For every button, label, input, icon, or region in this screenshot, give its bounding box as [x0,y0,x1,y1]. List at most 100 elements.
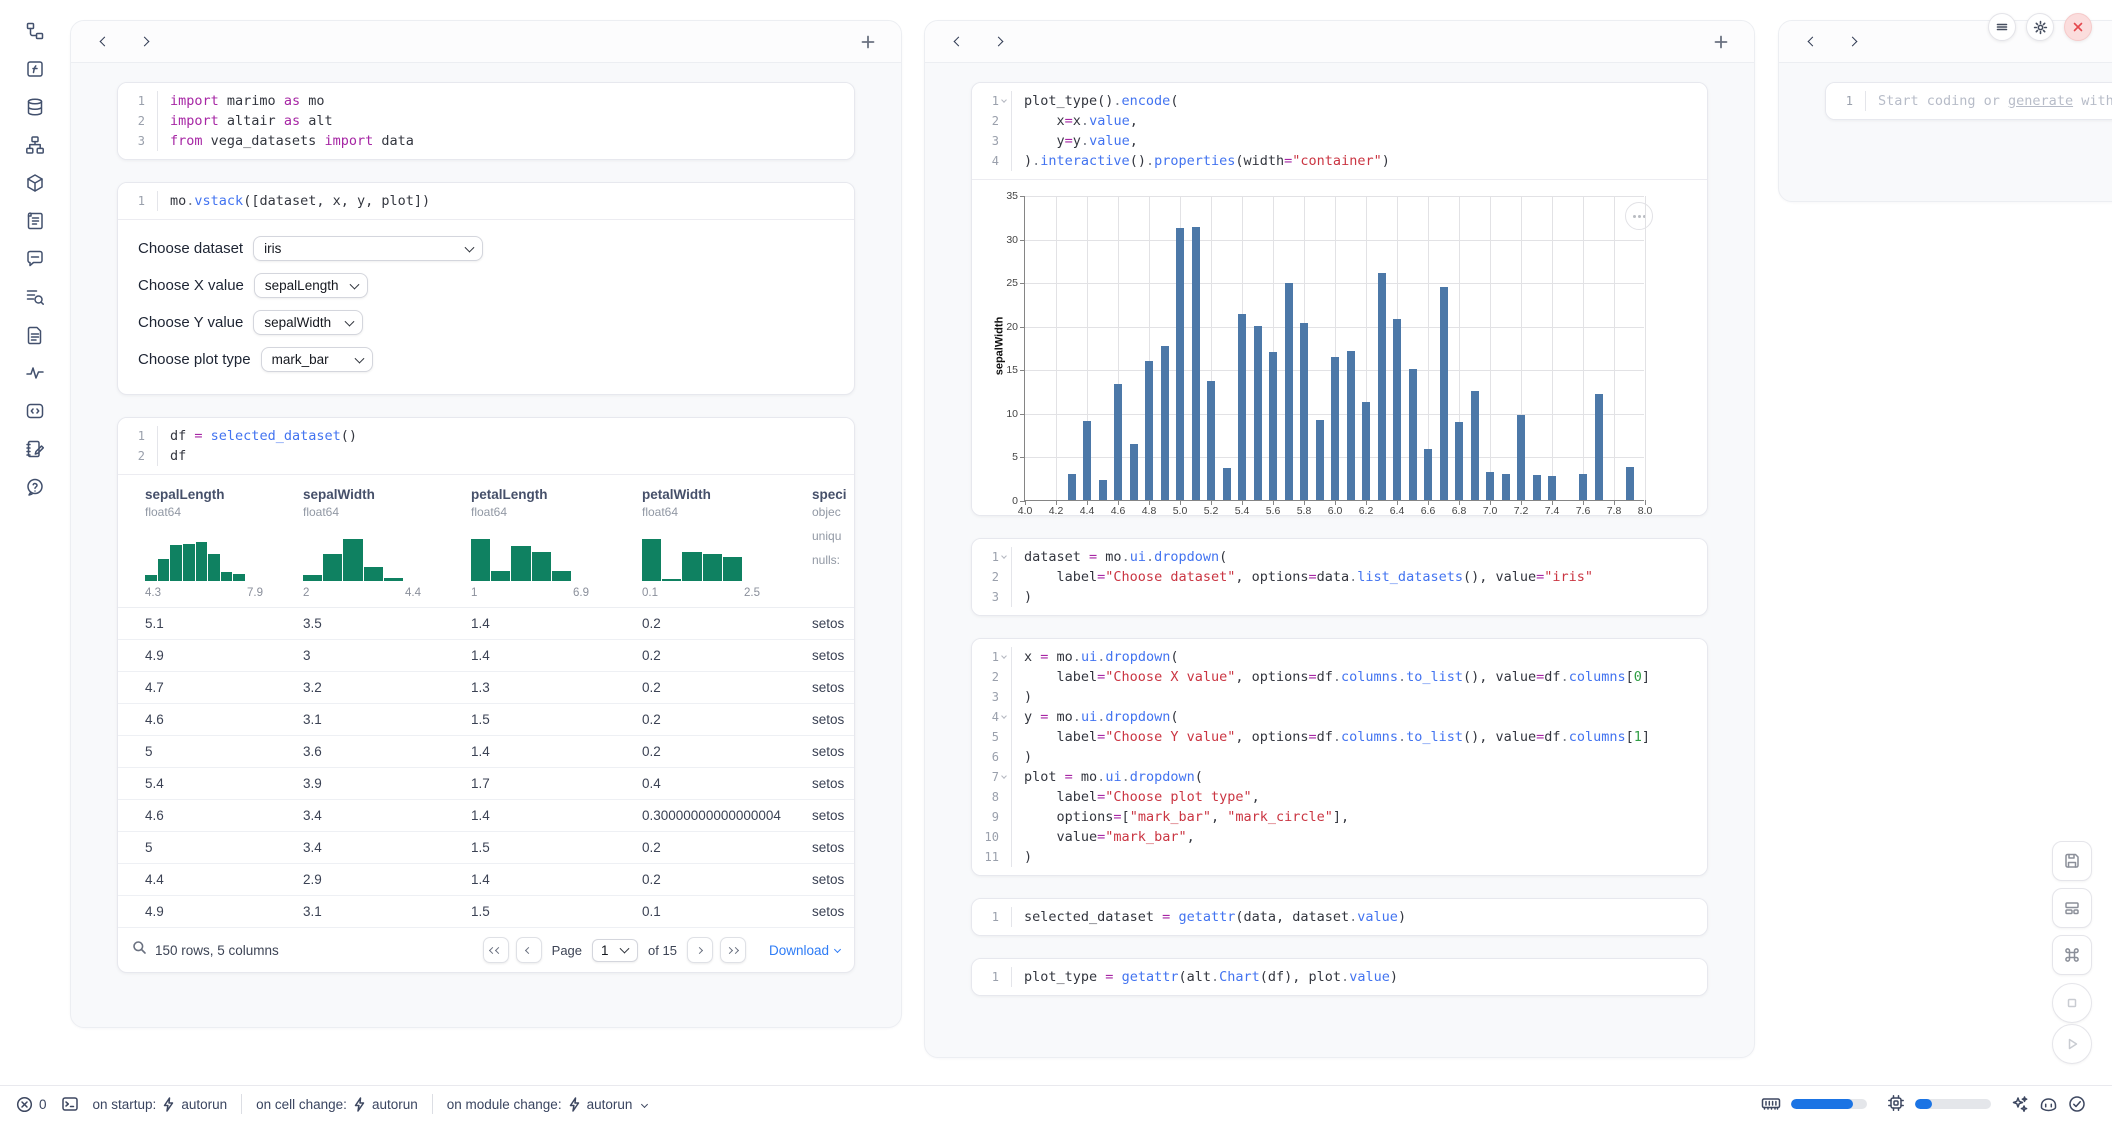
code-line: 1x = mo.ui.dropdown( [972,647,1707,667]
terminal-button[interactable] [61,1095,79,1113]
code-editor[interactable]: 1x = mo.ui.dropdown(2 label="Choose X va… [972,639,1707,875]
table-cell: setos [812,712,854,727]
right-tabstrip [1779,21,2112,63]
code-editor[interactable]: 1plot_type().encode(2 x=x.value,3 y=y.va… [972,83,1707,179]
code-line: 1selected_dataset = getattr(data, datase… [972,907,1707,927]
column-header[interactable]: sepalWidth [303,487,457,502]
dropdown-choose-plot-type[interactable]: mark_bar [261,347,373,372]
bar-chart: 051015202530354.04.24.44.64.85.05.25.45.… [1024,196,1644,501]
packages-icon[interactable] [18,172,52,194]
logs-icon[interactable] [18,286,52,308]
cell-imports: 1import marimo as mo2import altair as al… [117,82,855,160]
snippets-icon[interactable] [18,210,52,232]
file-explorer-icon[interactable] [18,20,52,42]
stop-button[interactable] [2052,983,2092,1023]
ai-chat-icon[interactable] [18,248,52,270]
column-histogram [303,531,403,581]
code-editor[interactable]: 1plot_type = getattr(alt.Chart(df), plot… [972,959,1707,995]
download-button[interactable]: Download [769,943,840,958]
marimo-file-icon[interactable] [18,58,52,80]
dropdown-choose-x-value[interactable]: sepalLength [254,273,368,298]
scroll-left-icon[interactable] [91,29,117,55]
ai-sparkles-button[interactable] [2011,1095,2029,1113]
code-editor[interactable]: 1dataset = mo.ui.dropdown(2 label="Choos… [972,539,1707,615]
datasources-icon[interactable] [18,96,52,118]
y-axis-title: sepalWidth [993,317,1005,376]
code-editor[interactable]: 1Start coding or generate with AI [1826,83,2112,119]
add-column-button[interactable] [1708,29,1734,55]
bar [1083,421,1091,500]
column-speci: speciobjecuniqunulls: [812,487,854,607]
table-cell: 3.9 [303,776,471,791]
code-line: 3) [972,587,1707,607]
cell-selected-dataset: 1selected_dataset = getattr(data, datase… [971,898,1708,936]
next-page-button[interactable] [687,937,713,963]
on-cell-change-setting[interactable]: on cell change: autorun [256,1097,418,1112]
layout-button[interactable] [2052,888,2092,928]
save-button[interactable] [2052,841,2092,881]
close-button[interactable] [2064,13,2092,41]
errors-indicator[interactable]: 0 [16,1096,47,1113]
code-line: 2 label="Choose X value", options=df.col… [972,667,1707,687]
scroll-left-icon[interactable] [1799,29,1825,55]
on-startup-setting[interactable]: on startup: autorun [93,1097,228,1112]
help-icon[interactable] [18,476,52,498]
code-line: 8 label="Choose plot type", [972,787,1707,807]
code-editor[interactable]: 1mo.vstack([dataset, x, y, plot]) [118,183,854,219]
ram-icon [1761,1095,1781,1114]
bar [1130,444,1138,500]
chart-output[interactable]: 051015202530354.04.24.44.64.85.05.25.45.… [972,179,1707,515]
code-line: 1plot_type = getattr(alt.Chart(df), plot… [972,967,1707,987]
on-module-change-setting[interactable]: on module change: autorun [447,1097,648,1112]
table-cell: 0.2 [642,712,812,727]
connection-status-button[interactable] [2068,1095,2086,1113]
bar [1145,361,1153,500]
copilot-button[interactable] [2039,1096,2058,1113]
scroll-left-icon[interactable] [945,29,971,55]
settings-gear-button[interactable] [2026,13,2054,41]
menu-button[interactable] [1988,13,2016,41]
bar [1595,394,1603,500]
search-icon[interactable] [132,940,147,960]
dropdown-row: Choose X valuesepalLength [138,273,834,298]
add-column-button[interactable] [855,29,881,55]
notebook-edit-icon[interactable] [18,438,52,460]
scroll-right-icon[interactable] [985,29,1011,55]
table-cell: 1.3 [471,680,642,695]
page-total: of 15 [648,943,677,958]
first-page-button[interactable] [483,937,509,963]
tracer-icon[interactable] [18,362,52,384]
scroll-right-icon[interactable] [131,29,157,55]
code-editor[interactable]: 1df = selected_dataset()2df [118,418,854,474]
last-page-button[interactable] [720,937,746,963]
scroll-right-icon[interactable] [1839,29,1865,55]
bar [1207,381,1215,500]
command-palette-button[interactable] [2052,935,2092,975]
bolt-icon [568,1097,581,1112]
scratchpad-icon[interactable] [18,400,52,422]
dataframe-table: sepalLengthfloat644.37.9sepalWidthfloat6… [118,475,854,928]
table-row: 5.43.91.70.4setos [118,768,854,800]
prev-page-button[interactable] [516,937,542,963]
table-cell: 1.4 [471,872,642,887]
page-select[interactable]: 1 [592,939,638,962]
documentation-icon[interactable] [18,324,52,346]
bar [1099,480,1107,500]
dropdown-choose-dataset[interactable]: iris [253,236,483,261]
left-tabstrip [71,21,901,63]
code-editor[interactable]: 1import marimo as mo2import altair as al… [118,83,854,159]
table-cell: setos [812,808,854,823]
table-row: 4.73.21.30.2setos [118,672,854,704]
column-header[interactable]: speci [812,487,840,502]
code-editor[interactable]: 1selected_dataset = getattr(data, datase… [972,899,1707,935]
column-header[interactable]: petalLength [471,487,628,502]
column-histogram [642,531,742,581]
column-header[interactable]: sepalLength [145,487,289,502]
run-button[interactable] [2052,1024,2092,1064]
table-cell: 3.2 [303,680,471,695]
dropdown-choose-y-value[interactable]: sepalWidth [253,310,363,335]
column-header[interactable]: petalWidth [642,487,798,502]
dependency-graph-icon[interactable] [18,134,52,156]
bar [1161,346,1169,500]
bar [1378,273,1386,500]
